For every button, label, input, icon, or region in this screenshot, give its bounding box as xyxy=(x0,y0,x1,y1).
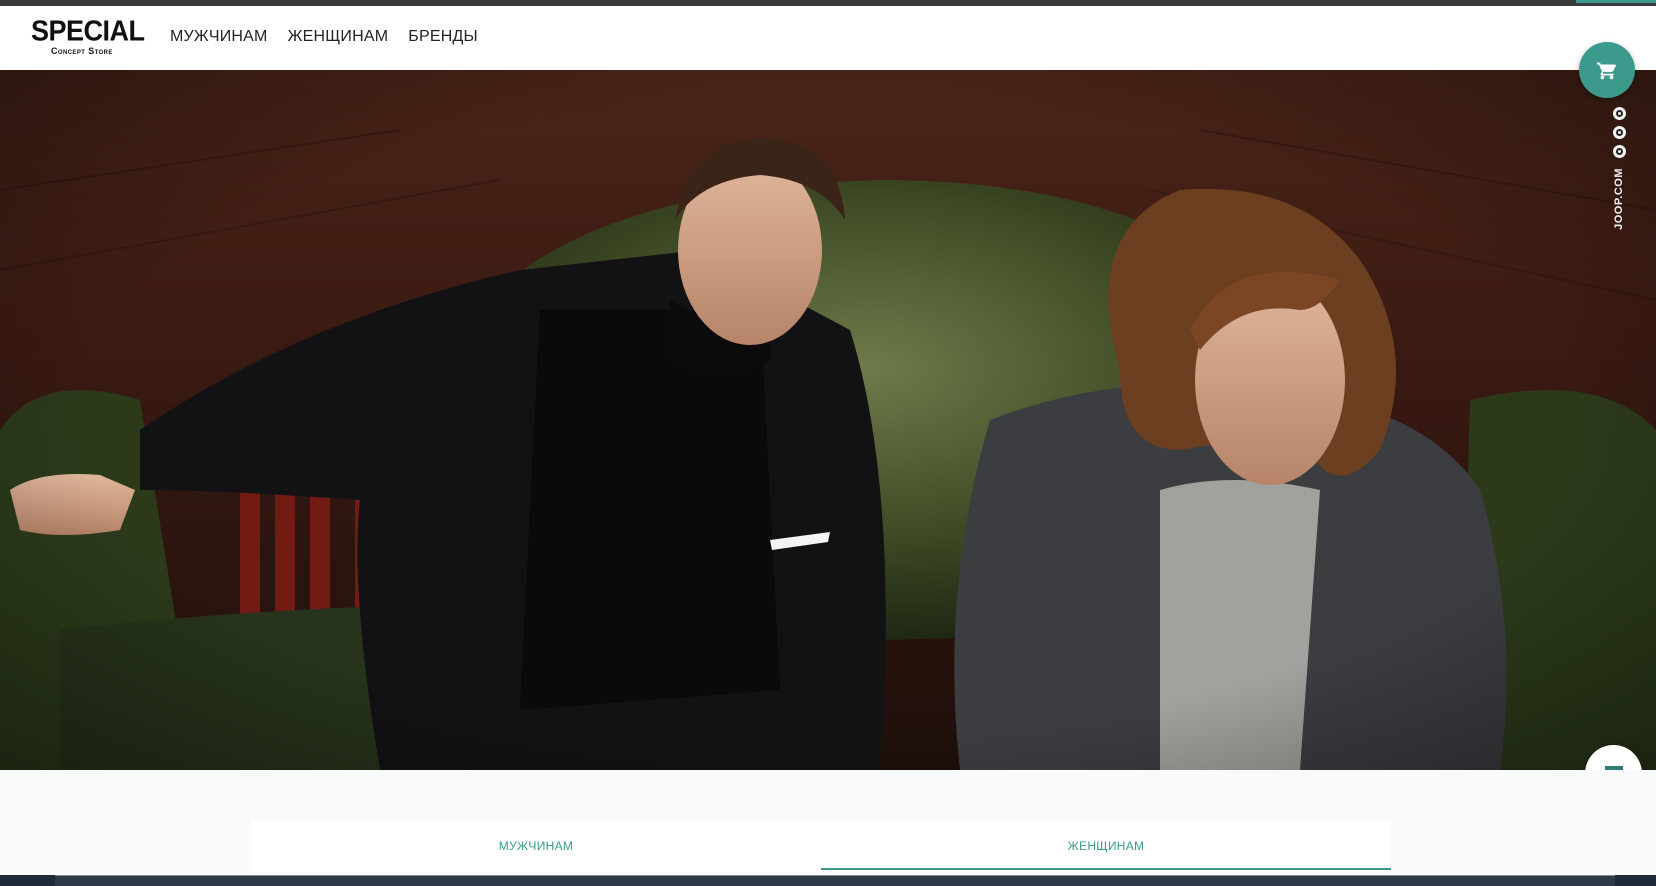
tab-men[interactable]: МУЖЧИНАМ xyxy=(251,820,821,872)
site-header: SPECIAL Concept Store МУЖЧИНАМ ЖЕНЩИНАМ … xyxy=(0,6,1656,70)
logo-title: SPECIAL xyxy=(31,15,145,47)
category-section: МУЖЧИНАМ ЖЕНЩИНАМ xyxy=(0,770,1656,875)
top-accent xyxy=(1576,0,1656,3)
cart-icon xyxy=(1596,62,1617,80)
ok-icon[interactable] xyxy=(1612,126,1626,139)
os-dock xyxy=(0,875,1656,886)
gender-tabs: МУЖЧИНАМ ЖЕНЩИНАМ xyxy=(251,820,1391,872)
logo-subtitle: Concept Store xyxy=(51,46,113,56)
logo[interactable]: SPECIAL Concept Store xyxy=(31,15,145,64)
nav-item-women[interactable]: ЖЕНЩИНАМ xyxy=(288,28,389,46)
main-nav: МУЖЧИНАМ ЖЕНЩИНАМ БРЕНДЫ xyxy=(170,28,478,46)
dock-strip xyxy=(55,875,1615,886)
tab-women[interactable]: ЖЕНЩИНАМ xyxy=(821,820,1391,872)
social-links: JOOP.COM xyxy=(1609,107,1629,230)
nav-item-men[interactable]: МУЖЧИНАМ xyxy=(170,28,268,46)
nav-item-brands[interactable]: БРЕНДЫ xyxy=(408,28,478,46)
vk-icon[interactable] xyxy=(1612,107,1626,120)
hero-banner[interactable] xyxy=(0,70,1656,770)
brand-vertical-text: JOOP.COM xyxy=(1613,168,1625,230)
hero-image xyxy=(0,70,1656,770)
cart-button[interactable] xyxy=(1579,42,1635,98)
instagram-icon[interactable] xyxy=(1612,145,1626,158)
